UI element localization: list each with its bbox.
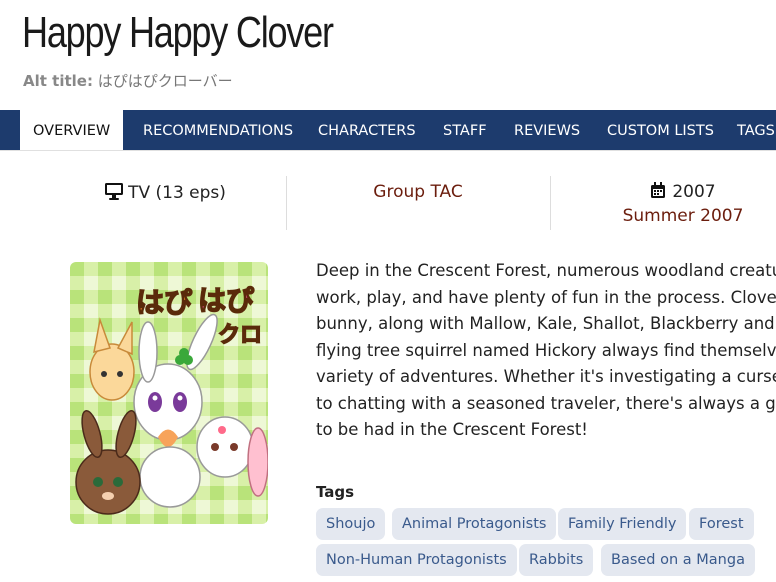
tags-heading: Tags	[316, 483, 355, 501]
tag-shoujo[interactable]: Shoujo	[316, 508, 386, 540]
tab-custom-lists[interactable]: CUSTOM LISTS	[594, 110, 727, 150]
tab-characters[interactable]: CHARACTERS	[305, 110, 429, 150]
synopsis-line: to chatting with a seasoned traveler, th…	[316, 393, 776, 413]
studio-link[interactable]: Group TAC	[300, 182, 536, 202]
tab-staff[interactable]: STAFF	[430, 110, 500, 150]
format-text: TV (13 eps)	[128, 183, 226, 203]
tag-based-on-a-manga[interactable]: Based on a Manga	[601, 544, 755, 576]
alt-title-label: Alt title:	[23, 72, 93, 90]
alt-title-value: はぴはぴクローバー	[97, 72, 233, 90]
tag-rabbits[interactable]: Rabbits	[519, 544, 594, 576]
tab-tags[interactable]: TAGS	[724, 110, 776, 150]
tag-family-friendly[interactable]: Family Friendly	[558, 508, 687, 540]
tab-reviews[interactable]: REVIEWS	[501, 110, 593, 150]
synopsis-line: flying tree squirrel named Hickory alway…	[316, 340, 776, 360]
synopsis-line: Deep in the Crescent Forest, numerous wo…	[316, 261, 776, 280]
svg-text:はぴ: はぴ	[198, 284, 254, 317]
stats-divider	[550, 176, 551, 230]
monitor-icon	[104, 182, 124, 205]
tab-overview[interactable]: OVERVIEW	[20, 110, 124, 150]
synopsis-line: work, play, and have plenty of fun in th…	[316, 287, 776, 307]
tag-animal-protagonists[interactable]: Animal Protagonists	[392, 508, 557, 540]
tab-recommendations[interactable]: RECOMMENDATIONS	[130, 110, 306, 150]
nav-edge	[0, 110, 20, 150]
year-text: 2007	[672, 182, 716, 202]
tag-forest[interactable]: Forest	[689, 508, 754, 540]
synopsis: Deep in the Crescent Forest, numerous wo…	[316, 258, 776, 444]
page-title: Happy Happy Clover	[22, 8, 334, 57]
synopsis-line: bunny, along with Mallow, Kale, Shallot,…	[316, 314, 776, 333]
stats-bar: TV (13 eps) Group TAC 2007 Summer 2007	[0, 170, 776, 236]
synopsis-line: to be had in the Crescent Forest!	[316, 420, 588, 439]
cover-logo: はぴ	[136, 286, 192, 319]
stats-divider	[286, 176, 287, 230]
format-stat: TV (13 eps)	[60, 182, 270, 205]
nav-tabs: OVERVIEW RECOMMENDATIONS CHARACTERS STAF…	[0, 110, 776, 151]
tag-non-human-protagonists[interactable]: Non-Human Protagonists	[316, 544, 517, 576]
alt-title: Alt title: はぴはぴクローバー	[23, 70, 233, 91]
synopsis-line: variety of adventures. Whether it's inve…	[316, 367, 776, 386]
svg-text:クロ: クロ	[218, 323, 262, 348]
calendar-icon	[650, 182, 666, 204]
season-link[interactable]: Summer 2007	[580, 206, 776, 226]
cover-image[interactable]: はぴ はぴ クロ	[70, 262, 268, 524]
year-stat: 2007 Summer 2007	[580, 182, 776, 226]
